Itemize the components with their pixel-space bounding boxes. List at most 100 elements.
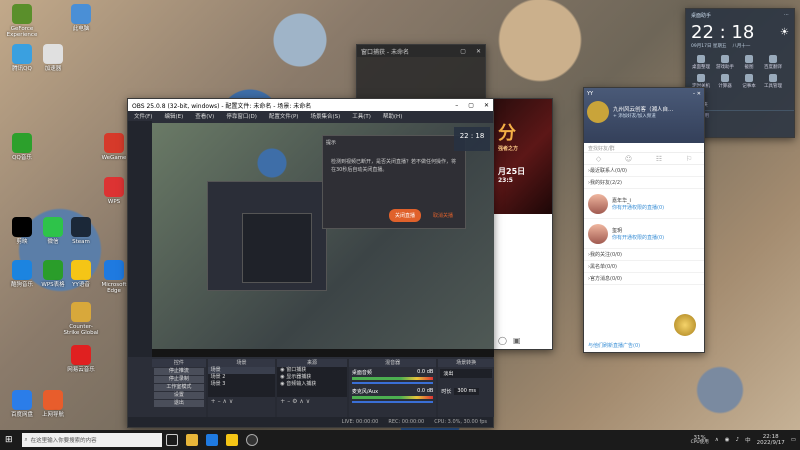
network-icon[interactable]: ◉ xyxy=(725,437,730,443)
duration-input[interactable]: 300 ms xyxy=(454,388,479,395)
desktop-icon-label: 上网导航 xyxy=(41,412,64,418)
source-item[interactable]: ◉ 窗口捕获 xyxy=(277,367,347,374)
yy-footer-tip[interactable]: 与他们刷新直播广告(0) xyxy=(588,342,640,349)
obs-menu-item[interactable]: 查看(V) xyxy=(195,112,214,120)
desktop-icon[interactable]: 上网导航 xyxy=(34,390,72,418)
close-icon[interactable]: ✕ xyxy=(476,48,481,55)
control-button[interactable]: 停止推流 xyxy=(154,368,204,375)
widget-title: 桌面助手 xyxy=(691,13,712,19)
obs-menu-item[interactable]: 配置文件(P) xyxy=(269,112,299,120)
widget-button[interactable]: 工具管理 xyxy=(763,74,783,89)
source-item[interactable]: ◉ 显示器捕获 xyxy=(277,374,347,381)
live-promo-window[interactable]: 分 强者之方 月25日 23:5 ◯ ▣ xyxy=(493,98,553,350)
duration-label: 时长 xyxy=(441,389,452,395)
gift-icon[interactable]: ▣ xyxy=(513,336,521,345)
widget-button[interactable]: 记事本 xyxy=(739,74,759,89)
close-live-dialog: 提示 检测到视频已断开，是否关闭直播？若不做任何操作，将在30秒后自动关闭直播。… xyxy=(322,135,466,229)
maximize-icon[interactable]: ▢ xyxy=(468,102,474,109)
desktop-icon[interactable]: 微信 xyxy=(34,217,72,245)
taskbar-search[interactable]: ⌕ 在这里输入你要搜索的内容 xyxy=(21,433,162,447)
obs-preview[interactable]: 提示 检测到视频已断开，是否关闭直播？若不做任何操作，将在30秒后自动关闭直播。… xyxy=(152,123,494,357)
desktop-icon[interactable]: Counter-Strike Global xyxy=(62,302,100,336)
obs-menu-item[interactable]: 停靠窗口(D) xyxy=(226,112,257,120)
tray-chevron-icon[interactable]: ∧ xyxy=(715,437,719,443)
obs-statusbar: LIVE: 00:00:00 REC: 00:00:00 CPU: 3.0%, … xyxy=(128,417,493,427)
control-button[interactable]: 停止录制 xyxy=(154,376,204,383)
yy-search-input[interactable]: 查找好友/群 xyxy=(584,143,704,153)
chat-tab-icon[interactable]: ◇ xyxy=(596,155,601,163)
yy-subtitle[interactable]: + 添加好友/加入频道 xyxy=(613,113,673,119)
obs-taskbar-icon[interactable] xyxy=(245,434,258,446)
file-explorer-icon[interactable] xyxy=(185,434,198,446)
volume-slider[interactable] xyxy=(351,401,434,403)
desktop-icon[interactable]: QQ音乐 xyxy=(3,133,41,161)
channels-tab-icon[interactable]: ⚐ xyxy=(686,155,692,163)
widget-button[interactable]: 百度翻译 xyxy=(763,55,783,70)
yy-group-label: 黑名单(0/0) xyxy=(590,264,617,270)
obs-menu-item[interactable]: 帮助(H) xyxy=(383,112,402,120)
obs-window[interactable]: OBS 25.0.8 (32-bit, windows) - 配置文件: 未命名… xyxy=(127,98,494,428)
start-icon[interactable]: ⊞ xyxy=(0,435,18,445)
yy-group-row[interactable]: › 黑名单(0/0) xyxy=(584,261,704,273)
promo-time-text: 23:5 xyxy=(498,177,513,184)
scene-item[interactable]: 场景 2 xyxy=(208,374,276,381)
obs-menu-item[interactable]: 场景集合(S) xyxy=(310,112,340,120)
volume-icon[interactable]: ♪ xyxy=(736,437,740,443)
yy-friend-row[interactable]: 玺玥 你有开通权限的直播(0) xyxy=(584,219,704,249)
control-button[interactable]: 工作室模式 xyxy=(154,384,204,391)
desktop-icon[interactable]: 网易云音乐 xyxy=(62,345,100,373)
yy-group-row[interactable]: › 我的好友(2/2) xyxy=(584,177,704,189)
contacts-tab-icon[interactable]: ☺ xyxy=(625,155,632,163)
notification-icon[interactable]: ▭ xyxy=(791,437,796,443)
control-button[interactable]: 设置 xyxy=(154,392,204,399)
promo-banner-text: 分 xyxy=(498,123,516,144)
obs-menu-item[interactable]: 工具(T) xyxy=(352,112,371,120)
yy-group-row[interactable]: › 我的关注(0/0) xyxy=(584,249,704,261)
tool-icon xyxy=(769,74,777,82)
obs-menu-item[interactable]: 编辑(E) xyxy=(164,112,183,120)
task-view-icon[interactable] xyxy=(165,434,178,446)
app-icon xyxy=(71,4,91,24)
avatar xyxy=(588,223,608,244)
edge-icon[interactable] xyxy=(205,434,218,446)
yy-window[interactable]: YY – ✕ 九州风云创客（湘人自... + 添加好友/加入频道 查找好友/群 … xyxy=(583,87,705,353)
groups-tab-icon[interactable]: ☷ xyxy=(656,155,662,163)
minimize-icon[interactable]: – xyxy=(455,102,458,109)
widget-button[interactable]: 截图 xyxy=(739,55,759,70)
mixer-dock-title: 混音器 xyxy=(348,359,437,367)
widget-button[interactable]: 计算器 xyxy=(715,74,735,89)
volume-slider[interactable] xyxy=(351,382,434,384)
widget-menu-icon[interactable]: ⋯ xyxy=(784,12,789,19)
widget-button[interactable]: 桌面整理 xyxy=(691,55,711,70)
desktop-icon[interactable]: 此电脑 xyxy=(62,4,100,32)
yy-avatar[interactable] xyxy=(587,101,609,123)
yy-window-controls[interactable]: – ✕ xyxy=(693,91,701,97)
yy-group-row[interactable]: › 官方消息(0/0) xyxy=(584,273,704,285)
widget-button[interactable]: 游戏助手 xyxy=(715,55,735,70)
desktop-icon[interactable]: 加速器 xyxy=(34,44,72,72)
yy-mascot[interactable] xyxy=(674,314,696,336)
close-live-button[interactable]: 关闭直播 xyxy=(388,209,421,222)
controls-dock-title: 控件 xyxy=(152,359,206,367)
volume-meter xyxy=(351,377,434,380)
transition-select[interactable]: 淡出 xyxy=(440,369,492,378)
scene-item[interactable]: 场景 xyxy=(207,367,276,374)
yy-contact-list: › 最近联系人(0/0) › 我的好友(2/2) 嘉年华_i 你有开通权限的直播(0)… xyxy=(584,165,704,285)
desktop-icon[interactable]: GeForce Experience xyxy=(3,4,41,38)
yy-taskbar-icon[interactable] xyxy=(225,434,238,446)
source-item[interactable]: ◉ 音频输入捕获 xyxy=(277,381,347,388)
mixer-channel-value: 0.0 dB xyxy=(417,369,434,375)
tool-icon xyxy=(745,74,753,82)
chat-icon[interactable]: ◯ xyxy=(498,336,507,345)
input-language[interactable]: 中 xyxy=(745,436,751,444)
window-capture-window[interactable]: 窗口捕获 - 未命名 ▢ ✕ xyxy=(356,44,486,104)
scene-item[interactable]: 场景 3 xyxy=(208,381,276,388)
app-icon xyxy=(12,390,32,410)
maximize-icon[interactable]: ▢ xyxy=(460,48,466,55)
obs-menu-item[interactable]: 文件(F) xyxy=(134,112,152,120)
yy-group-row[interactable]: › 最近联系人(0/0) xyxy=(584,165,704,177)
close-icon[interactable]: ✕ xyxy=(484,102,489,109)
cancel-close-button[interactable]: 取消关播 xyxy=(427,209,459,222)
control-button[interactable]: 退出 xyxy=(154,400,204,407)
yy-friend-row[interactable]: 嘉年华_i 你有开通权限的直播(0) xyxy=(584,189,704,219)
